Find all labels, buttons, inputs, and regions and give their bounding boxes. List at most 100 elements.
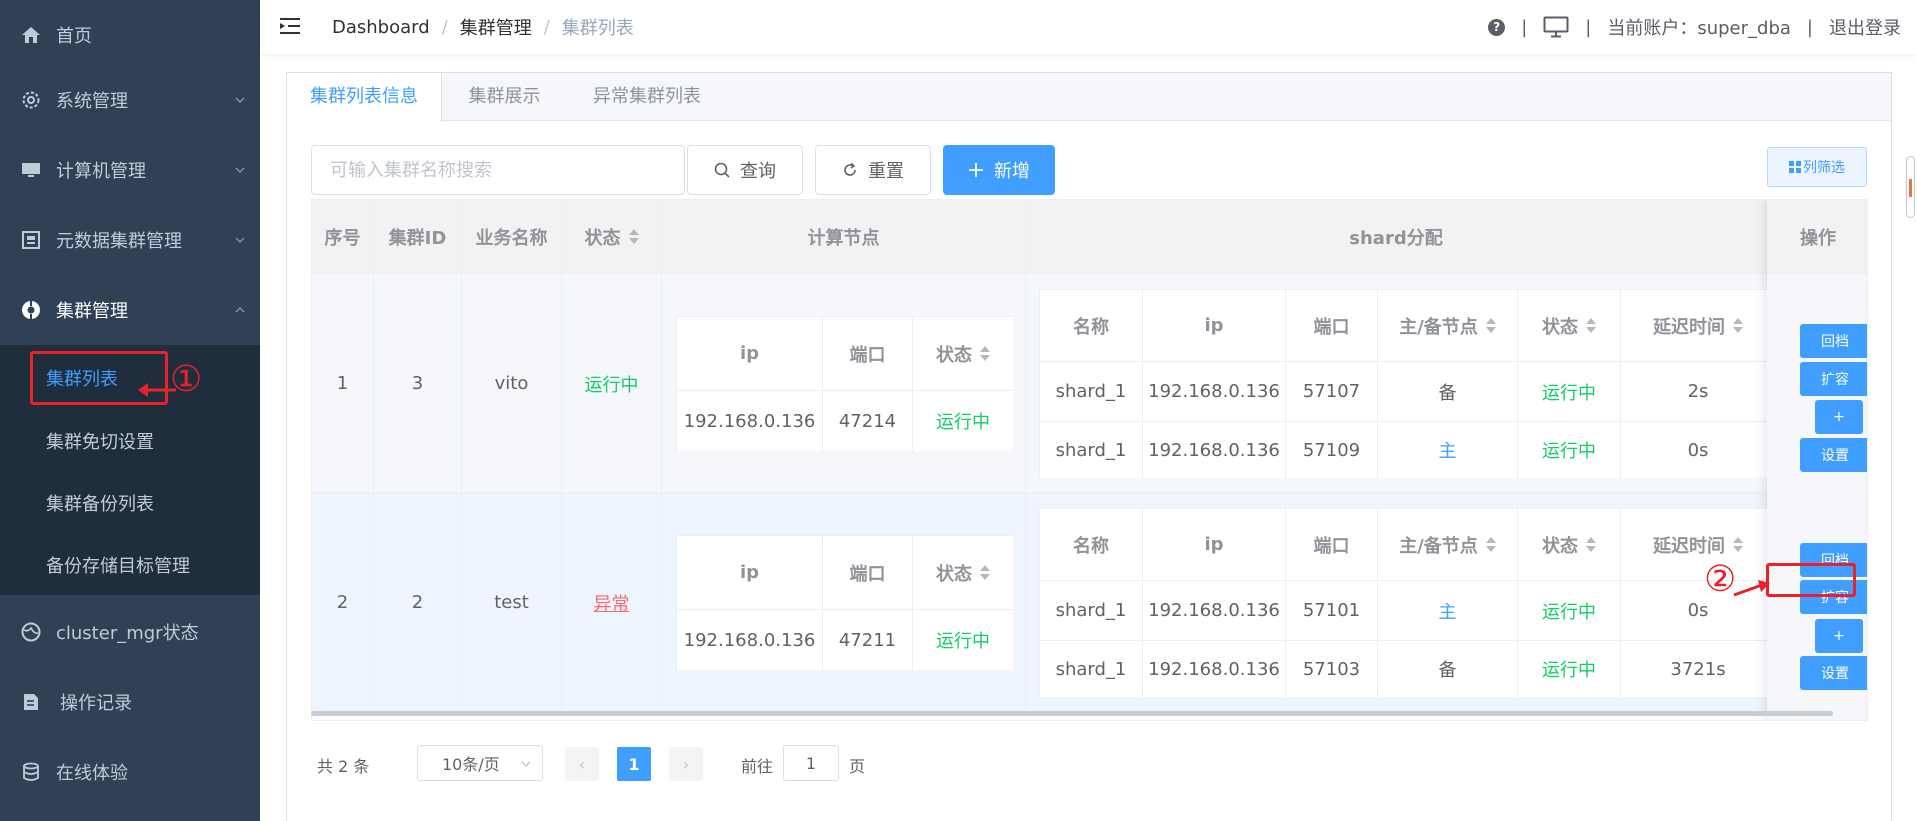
submenu-item-backup-storage[interactable]: 备份存储目标管理 (0, 535, 260, 595)
tabs-bar: 集群列表信息 集群展示 异常集群列表 (287, 73, 1891, 122)
compute-header-status[interactable]: 状态 (913, 536, 1013, 610)
page-size-select[interactable]: 10条/页 (417, 745, 543, 781)
home-icon (20, 24, 42, 46)
shard-header-delay[interactable]: 延迟时间 (1621, 290, 1775, 362)
settings-button[interactable]: 设置 (1800, 656, 1867, 690)
expand-button[interactable]: 扩容 (1800, 362, 1867, 396)
column-filter-button[interactable]: 列筛选 (1767, 147, 1867, 187)
cell-status: 异常 (562, 493, 662, 712)
tab-cluster-list-info[interactable]: 集群列表信息 (287, 73, 442, 122)
shard-ip: 192.168.0.136 (1143, 422, 1286, 478)
logout-link[interactable]: 退出登录 (1829, 14, 1901, 40)
menu-label: 在线体验 (56, 763, 128, 784)
sort-caret-icon[interactable] (1485, 537, 1496, 552)
sort-caret-icon[interactable] (1733, 537, 1743, 552)
settings-button[interactable]: 设置 (1800, 438, 1867, 472)
cell-shards: 名称 ip 端口 主/备节点 状态 延迟时间 shard_1 192.168.0… (1026, 493, 1775, 712)
shard-header-role[interactable]: 主/备节点 (1378, 290, 1518, 362)
rollback-button[interactable]: 回档 (1800, 324, 1867, 358)
menu-item-cluster-mgr-status[interactable]: cluster_mgr状态 (0, 597, 260, 667)
shard-ip: 192.168.0.136 (1143, 362, 1286, 422)
shard-header-name: 名称 (1040, 290, 1143, 362)
menu-label: 集群管理 (56, 301, 128, 322)
compute-ip: 192.168.0.136 (677, 391, 823, 451)
compute-header-status[interactable]: 状态 (913, 317, 1013, 391)
menu-item-home[interactable]: 首页 (0, 0, 260, 70)
compute-header-ip: ip (677, 536, 823, 610)
breadcrumb-separator: / (441, 16, 448, 38)
shard-ip: 192.168.0.136 (1143, 581, 1286, 641)
help-icon[interactable]: ? (1488, 18, 1506, 36)
status-abnormal-link[interactable]: 异常 (594, 590, 630, 616)
sort-caret-icon[interactable] (1485, 318, 1496, 333)
cell-index: 1 (312, 274, 374, 493)
sort-caret-icon[interactable] (628, 229, 639, 244)
header-status[interactable]: 状态 (562, 200, 662, 274)
tab-cluster-display[interactable]: 集群展示 (442, 73, 567, 121)
sort-caret-icon[interactable] (980, 346, 990, 361)
shard-delay: 2s (1621, 362, 1775, 422)
shard-header-port: 端口 (1286, 290, 1378, 362)
menu-item-system[interactable]: 系统管理 (0, 65, 260, 135)
sort-caret-icon[interactable] (1733, 318, 1743, 333)
sort-caret-icon[interactable] (1586, 537, 1596, 552)
prev-page-button[interactable]: ‹ (565, 747, 599, 781)
sort-caret-icon[interactable] (1586, 318, 1596, 333)
plus-button[interactable]: + (1815, 619, 1863, 653)
shard-header-status[interactable]: 状态 (1518, 290, 1621, 362)
submenu-item-switchover-settings[interactable]: 集群免切设置 (0, 411, 260, 471)
annotation-number-1: ① (170, 359, 203, 400)
table-horizontal-scrollbar[interactable] (311, 711, 1833, 716)
menu-item-computer[interactable]: 计算机管理 (0, 135, 260, 205)
screen-icon[interactable] (1543, 16, 1569, 38)
cell-shards: 名称 ip 端口 主/备节点 状态 延迟时间 shard_1 192.168.0… (1026, 274, 1775, 493)
menu-item-cluster-manage[interactable]: 集群管理 (0, 275, 260, 345)
breadcrumb-dashboard[interactable]: Dashboard (332, 17, 430, 38)
operations-column: 操作 回档 扩容 + 设置 回档 扩容 + 设置 (1767, 200, 1867, 720)
menu-item-online-trial[interactable]: 在线体验 (0, 737, 260, 807)
cluster-search-input[interactable] (311, 145, 685, 195)
query-button[interactable]: 查询 (687, 145, 803, 195)
menu-item-metadata-cluster[interactable]: 元数据集群管理 (0, 205, 260, 275)
compute-port: 47214 (823, 391, 913, 451)
menu-label: 系统管理 (56, 91, 128, 112)
next-page-button[interactable]: › (669, 747, 703, 781)
menu-label: 元数据集群管理 (56, 231, 182, 252)
menu-item-operation-log[interactable]: 操作记录 (0, 667, 260, 737)
plus-button[interactable]: + (1815, 400, 1863, 434)
header-shard-assignment: shard分配 (1026, 200, 1767, 274)
hamburger-icon[interactable] (280, 16, 302, 36)
submenu-item-backup-list[interactable]: 集群备份列表 (0, 473, 260, 533)
shard-header-name: 名称 (1040, 509, 1143, 581)
compute-status: 运行中 (913, 610, 1013, 670)
shard-table: 名称 ip 端口 主/备节点 状态 延迟时间 shard_1 192.168.0… (1039, 289, 1775, 478)
page-scrollbar[interactable] (1906, 156, 1915, 218)
compute-node-table: ip 端口 状态 192.168.0.136 47211 运行中 (676, 535, 1013, 670)
breadcrumb-cluster-manage[interactable]: 集群管理 (460, 14, 532, 40)
shard-header-status[interactable]: 状态 (1518, 509, 1621, 581)
compute-port: 47211 (823, 610, 913, 670)
sort-caret-icon[interactable] (980, 565, 990, 580)
document-icon (20, 691, 42, 713)
cell-cluster-id: 2 (374, 493, 462, 712)
chevron-down-icon (235, 167, 245, 173)
goto-page-input[interactable] (783, 745, 839, 781)
cell-compute: ip 端口 状态 192.168.0.136 47214 运行中 (662, 274, 1026, 493)
shard-name: shard_1 (1040, 362, 1143, 422)
reset-button[interactable]: 重置 (815, 145, 931, 195)
shard-name: shard_1 (1040, 581, 1143, 641)
current-account: 当前账户：super_dba (1607, 18, 1791, 39)
header-index: 序号 (312, 200, 374, 274)
shard-delay: 3721s (1621, 641, 1775, 697)
tab-abnormal-clusters[interactable]: 异常集群列表 (567, 73, 727, 121)
shard-header-delay[interactable]: 延迟时间 (1621, 509, 1775, 581)
add-button[interactable]: 新增 (943, 145, 1055, 195)
shard-role: 备 (1378, 641, 1518, 697)
header-cluster-id: 集群ID (374, 200, 462, 274)
page-number-1[interactable]: 1 (617, 747, 651, 781)
chevron-down-icon (235, 237, 245, 243)
shard-role: 主 (1378, 422, 1518, 478)
shard-header-ip: ip (1143, 509, 1286, 581)
plus-icon (968, 162, 984, 178)
shard-header-role[interactable]: 主/备节点 (1378, 509, 1518, 581)
